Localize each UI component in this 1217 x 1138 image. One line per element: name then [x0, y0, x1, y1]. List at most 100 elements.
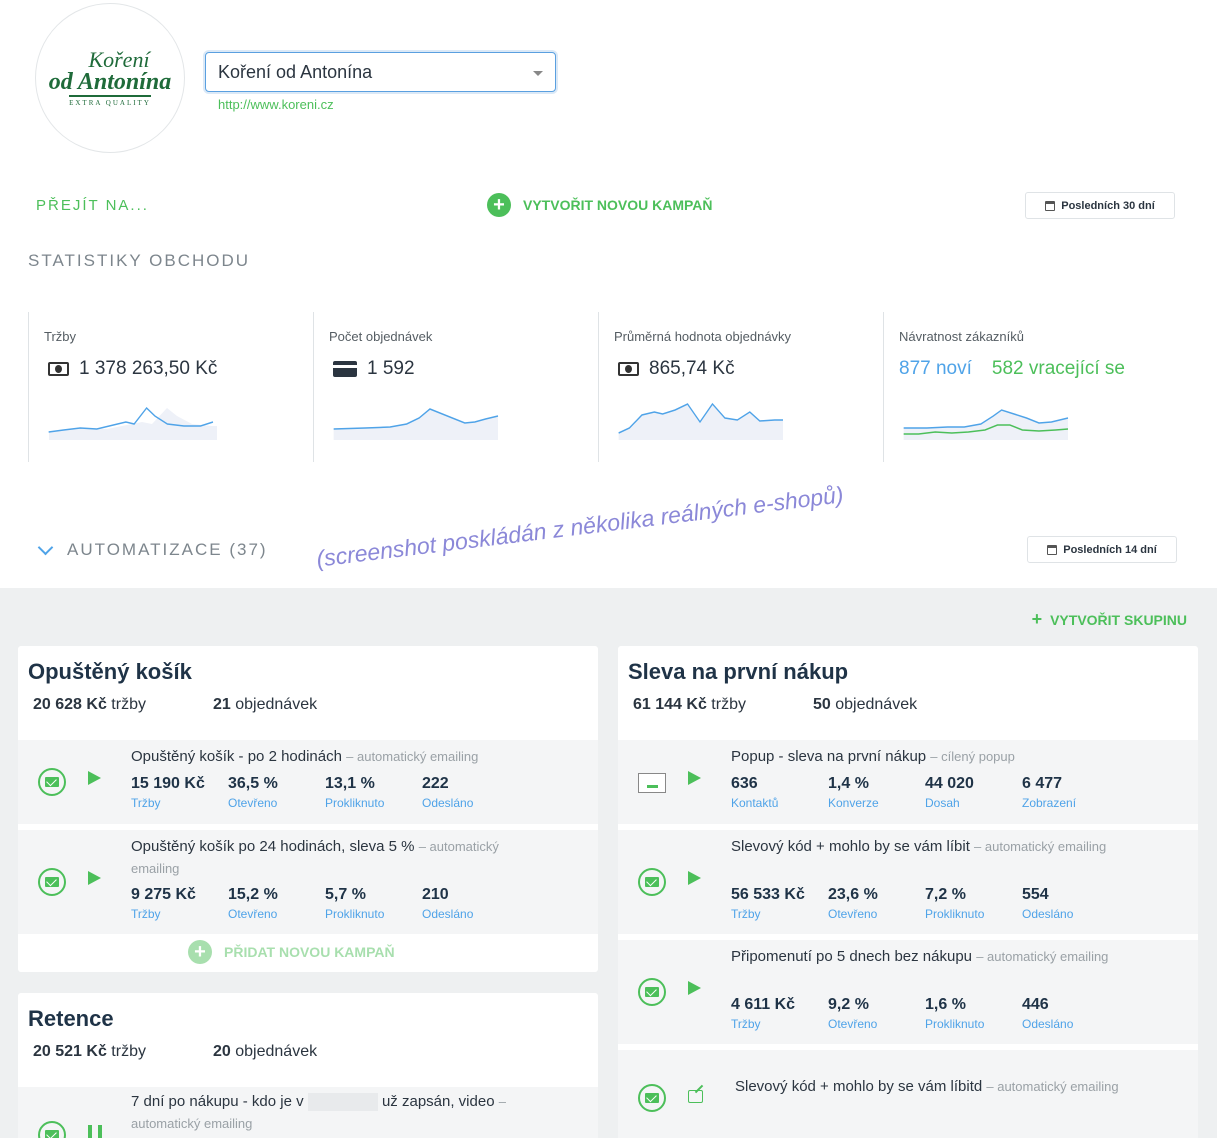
period-select-automation[interactable]: Posledních 14 dní: [1027, 536, 1177, 563]
metric-value: 446: [1022, 996, 1049, 1013]
email-automation-icon: [38, 1121, 66, 1138]
campaign-name[interactable]: Slevový kód + mohlo by se vám líbitd – a…: [735, 1076, 1128, 1098]
campaign-name[interactable]: Připomenutí po 5 dnech bez nákupu – auto…: [731, 946, 1128, 968]
orders-sparkline: [333, 408, 499, 440]
campaign-name[interactable]: Popup - sleva na první nákup – cílený po…: [731, 746, 1128, 768]
shop-url-link[interactable]: http://www.koreni.cz: [218, 97, 334, 112]
stat-value-row: 865,74 Kč: [618, 358, 883, 380]
logo-text-line3: EXTRA QUALITY: [69, 94, 151, 107]
metric-value: 636: [731, 775, 758, 792]
campaign-row[interactable]: 7 dní po nákupu - kdo je v už zapsán, vi…: [18, 1087, 598, 1138]
group-card-abandoned-cart: Opuštěný košík 20 628 Kč tržby 21 objedn…: [18, 646, 598, 972]
group-summary: 20 628 Kč tržby 21 objednávek: [18, 685, 598, 714]
stat-value-row: 877 noví 582 vracející se: [899, 358, 1183, 380]
metric-label: Konverze: [828, 796, 879, 810]
group-orders: 20: [213, 1043, 231, 1060]
automation-toggle[interactable]: AUTOMATIZACE (37): [37, 539, 268, 560]
group-title: Sleva na první nákup: [628, 659, 849, 684]
stat-orders: Počet objednávek 1 592: [313, 312, 598, 462]
group-orders-label: objednávek: [235, 1043, 318, 1060]
play-icon[interactable]: [688, 771, 701, 785]
campaign-row[interactable]: Popup - sleva na první nákup – cílený po…: [618, 740, 1198, 824]
email-automation-icon: [638, 1084, 666, 1112]
campaign-name[interactable]: Opuštěný košík - po 2 hodinách – automat…: [131, 746, 528, 768]
watermark-note: (screenshot poskládán z několika reálnýc…: [315, 481, 845, 572]
metric-label: Odesláno: [1022, 1017, 1074, 1031]
campaign-metrics: 15 190 Kč Tržby 36,5 % Otevřeno 13,1 % Prok…: [131, 775, 519, 810]
metric-value: 56 533 Kč: [731, 886, 805, 903]
shop-logo: Koření od Antonína EXTRA QUALITY: [35, 3, 185, 153]
metric-value: 9,2 %: [828, 996, 869, 1013]
group-revenue: 20 628 Kč: [33, 696, 107, 713]
metric-label: Odesláno: [1022, 907, 1074, 921]
campaign-name[interactable]: 7 dní po nákupu - kdo je v už zapsán, vi…: [131, 1091, 528, 1135]
redacted-text: [307, 1093, 378, 1112]
campaign-metrics: 4 611 Kč Tržby 9,2 % Otevřeno 1,6 % Proklik…: [731, 996, 1119, 1031]
campaign-type: – automatický emailing: [346, 749, 479, 764]
goto-menu[interactable]: PŘEJÍT NA...: [36, 197, 149, 214]
metric-label: Otevřeno: [228, 796, 278, 810]
campaign-name[interactable]: Opuštěný košík po 24 hodinách, sleva 5 %…: [131, 836, 528, 880]
stat-value: 865,74 Kč: [649, 358, 735, 379]
shop-select[interactable]: Koření od Antonína: [205, 52, 556, 92]
group-orders-label: objednávek: [835, 696, 918, 713]
metric-label: Tržby: [131, 796, 161, 810]
metric-value: 13,1 %: [325, 775, 375, 792]
metric-label: Prokliknuto: [925, 1017, 985, 1031]
logo-text-line2: od Antonína: [48, 68, 172, 95]
stat-label: Počet objednávek: [329, 329, 433, 344]
chevron-down-icon: [533, 71, 543, 76]
edit-icon[interactable]: [688, 1090, 703, 1103]
group-summary: 61 144 Kč tržby 50 objednávek: [618, 685, 1198, 714]
metric-label: Odesláno: [422, 907, 474, 921]
metric-label: Zobrazení: [1022, 796, 1077, 810]
calendar-icon: [1045, 200, 1056, 211]
metric-value: 7,2 %: [925, 886, 966, 903]
metric-value: 15 190 Kč: [131, 775, 205, 792]
stat-label: Návratnost zákazníků: [899, 329, 1025, 344]
group-revenue: 61 144 Kč: [633, 696, 707, 713]
group-revenue-label: tržby: [111, 696, 146, 713]
metric-label: Kontaktů: [731, 796, 779, 810]
logo-text-line1: Koření: [88, 46, 150, 72]
campaign-metrics: 56 533 Kč Tržby 23,6 % Otevřeno 7,2 % Prokl…: [731, 886, 1119, 921]
play-icon[interactable]: [688, 981, 701, 995]
metric-value: 4 611 Kč: [731, 996, 796, 1013]
add-campaign-button[interactable]: + PŘIDAT NOVOU KAMPAŇ: [188, 940, 395, 964]
metric-label: Otevřeno: [828, 1017, 878, 1031]
group-orders: 21: [213, 696, 231, 713]
campaign-row[interactable]: Opuštěný košík - po 2 hodinách – automat…: [18, 740, 598, 824]
metric-value: 554: [1022, 886, 1049, 903]
period-select-stats[interactable]: Posledních 30 dní: [1025, 192, 1175, 219]
campaign-row[interactable]: Opuštěný košík po 24 hodinách, sleva 5 %…: [18, 830, 598, 934]
new-campaign-button[interactable]: + VYTVOŘIT NOVOU KAMPAŇ: [487, 193, 713, 217]
campaign-type: – cílený popup: [930, 749, 1015, 764]
calendar-icon: [1047, 544, 1058, 555]
play-icon[interactable]: [88, 771, 101, 785]
stat-value-row: 1 378 263,50 Kč: [48, 358, 313, 380]
group-summary: 20 521 Kč tržby 20 objednávek: [18, 1032, 598, 1061]
create-group-button[interactable]: + VYTVOŘIT SKUPINU: [1032, 609, 1187, 630]
metric-value: 36,5 %: [228, 775, 278, 792]
play-icon[interactable]: [88, 871, 101, 885]
returning-customers-value: 582 vracející se: [991, 358, 1125, 379]
email-automation-icon: [38, 868, 66, 896]
popup-icon: [638, 773, 666, 793]
metric-label: Prokliknuto: [325, 796, 385, 810]
automation-groups-area: + VYTVOŘIT SKUPINU Opuštěný košík 20 628…: [0, 588, 1217, 1138]
stats-section-title: STATISTIKY OBCHODU: [28, 251, 251, 270]
campaign-type: – automatický emailing: [976, 949, 1109, 964]
stat-returning-customers: Návratnost zákazníků 877 noví 582 vracejí…: [883, 312, 1183, 462]
campaign-name[interactable]: Slevový kód + mohlo by se vám líbit – au…: [731, 836, 1128, 858]
chevron-down-icon: [37, 539, 54, 555]
group-revenue-label: tržby: [711, 696, 746, 713]
add-campaign-label: PŘIDAT NOVOU KAMPAŇ: [224, 944, 395, 960]
automation-title: AUTOMATIZACE (37): [67, 540, 268, 559]
campaign-row[interactable]: Slevový kód + mohlo by se vám líbit – au…: [618, 830, 1198, 934]
play-icon[interactable]: [688, 871, 701, 885]
campaign-row[interactable]: Slevový kód + mohlo by se vám líbitd – a…: [618, 1050, 1198, 1138]
pause-icon[interactable]: [88, 1125, 102, 1138]
metric-label: Tržby: [131, 907, 161, 921]
campaign-row[interactable]: Připomenutí po 5 dnech bez nákupu – auto…: [618, 940, 1198, 1044]
avg-order-sparkline: [618, 402, 784, 440]
